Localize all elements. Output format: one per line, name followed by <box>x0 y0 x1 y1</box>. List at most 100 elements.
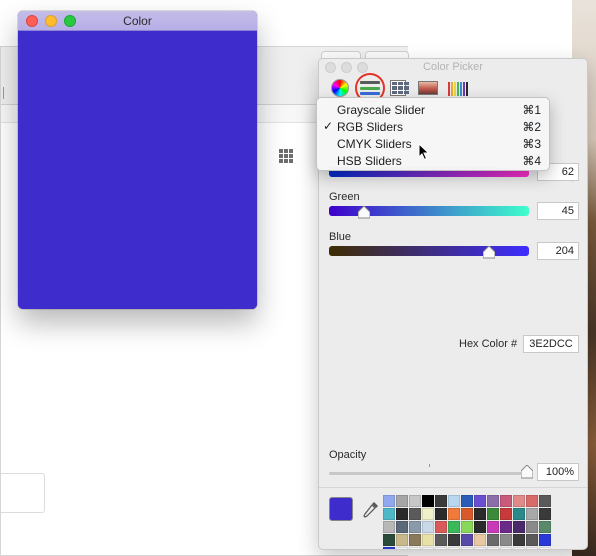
color-swatch[interactable] <box>513 534 525 546</box>
menu-item-label: RGB Sliders <box>337 120 404 134</box>
color-swatch[interactable] <box>383 547 395 549</box>
color-palettes-icon[interactable] <box>387 77 409 99</box>
menu-item-cmyk[interactable]: CMYK Sliders ⌘3 <box>317 135 549 152</box>
color-swatch[interactable] <box>422 495 434 507</box>
color-swatch[interactable] <box>526 521 538 533</box>
color-swatch[interactable] <box>409 534 421 546</box>
color-swatch[interactable] <box>474 521 486 533</box>
blue-slider-track[interactable] <box>329 246 529 256</box>
color-swatch[interactable] <box>383 508 395 520</box>
color-swatch[interactable] <box>396 495 408 507</box>
color-swatch[interactable] <box>409 547 421 549</box>
color-swatch[interactable] <box>461 534 473 546</box>
color-swatch[interactable] <box>409 508 421 520</box>
color-swatch[interactable] <box>474 547 486 549</box>
hex-color-field[interactable]: 3E2DCC <box>523 335 579 353</box>
color-swatch[interactable] <box>539 534 551 546</box>
menu-item-label: CMYK Sliders <box>337 137 412 151</box>
color-swatch[interactable] <box>383 534 395 546</box>
opacity-slider-track[interactable] <box>329 472 529 475</box>
color-swatch[interactable] <box>461 547 473 549</box>
green-value-field[interactable]: 45 <box>537 202 579 220</box>
opacity-slider-thumb[interactable] <box>520 464 534 479</box>
blue-value-field[interactable]: 204 <box>537 242 579 260</box>
color-swatch[interactable] <box>500 521 512 533</box>
mouse-pointer-icon <box>418 142 430 161</box>
color-swatch[interactable] <box>487 547 499 549</box>
color-swatch[interactable] <box>513 495 525 507</box>
menu-item-label: Grayscale Slider <box>337 103 426 117</box>
eyedropper-icon[interactable] <box>363 501 379 519</box>
menu-item-rgb[interactable]: ✓ RGB Sliders ⌘2 <box>317 118 549 135</box>
color-swatch[interactable] <box>422 521 434 533</box>
color-swatch[interactable] <box>474 495 486 507</box>
color-swatch[interactable] <box>539 495 551 507</box>
color-wheel-icon[interactable] <box>329 77 351 99</box>
color-swatch[interactable] <box>487 521 499 533</box>
color-swatch[interactable] <box>487 508 499 520</box>
color-swatch[interactable] <box>409 495 421 507</box>
color-swatch[interactable] <box>474 534 486 546</box>
color-swatch[interactable] <box>461 521 473 533</box>
pencils-icon[interactable] <box>447 77 469 99</box>
color-swatch[interactable] <box>500 508 512 520</box>
color-swatch[interactable] <box>513 508 525 520</box>
color-swatch[interactable] <box>435 521 447 533</box>
color-swatch[interactable] <box>435 508 447 520</box>
color-swatch[interactable] <box>396 547 408 549</box>
color-swatch[interactable] <box>500 495 512 507</box>
window-title: Color <box>123 14 152 28</box>
grid-view-icon[interactable] <box>279 149 293 163</box>
color-swatch[interactable] <box>539 508 551 520</box>
color-swatch[interactable] <box>409 521 421 533</box>
color-fill-area <box>18 31 257 309</box>
color-swatch[interactable] <box>487 534 499 546</box>
color-swatch[interactable] <box>526 547 538 549</box>
background-divider <box>3 87 4 99</box>
color-swatch[interactable] <box>461 508 473 520</box>
blue-slider-thumb[interactable] <box>482 245 496 259</box>
color-picker-titlebar[interactable]: Color Picker <box>319 59 587 77</box>
color-swatch[interactable] <box>474 508 486 520</box>
color-swatch[interactable] <box>448 521 460 533</box>
color-swatch[interactable] <box>435 547 447 549</box>
background-card <box>1 473 45 513</box>
color-swatch[interactable] <box>396 521 408 533</box>
color-swatch[interactable] <box>526 508 538 520</box>
color-swatch[interactable] <box>396 508 408 520</box>
color-swatch[interactable] <box>422 534 434 546</box>
green-slider-thumb[interactable] <box>357 205 371 219</box>
color-swatch[interactable] <box>526 534 538 546</box>
sliders-content: ⚙ 62 Green 45 Blue 204 Hex Color # 3E2DC… <box>319 109 587 549</box>
color-swatch[interactable] <box>435 534 447 546</box>
color-swatch[interactable] <box>396 534 408 546</box>
color-swatch[interactable] <box>513 521 525 533</box>
saved-swatches-grid <box>383 495 551 549</box>
color-swatch[interactable] <box>500 547 512 549</box>
color-swatch[interactable] <box>526 495 538 507</box>
color-swatch[interactable] <box>383 495 395 507</box>
current-color-swatch[interactable] <box>329 497 353 521</box>
color-swatch[interactable] <box>513 547 525 549</box>
color-swatch[interactable] <box>448 547 460 549</box>
slider-mode-menu: Grayscale Slider ⌘1 ✓ RGB Sliders ⌘2 CMY… <box>316 97 550 171</box>
color-swatch[interactable] <box>448 508 460 520</box>
color-picker-title: Color Picker <box>423 61 483 73</box>
color-swatch[interactable] <box>461 495 473 507</box>
color-swatch[interactable] <box>448 495 460 507</box>
color-swatch[interactable] <box>422 508 434 520</box>
color-window-titlebar[interactable]: Color <box>18 11 257 31</box>
color-swatch[interactable] <box>500 534 512 546</box>
color-window[interactable]: Color <box>18 11 257 309</box>
color-swatch[interactable] <box>422 547 434 549</box>
color-swatch[interactable] <box>435 495 447 507</box>
color-swatch[interactable] <box>487 495 499 507</box>
menu-item-hsb[interactable]: HSB Sliders ⌘4 <box>317 152 549 169</box>
menu-item-grayscale[interactable]: Grayscale Slider ⌘1 <box>317 101 549 118</box>
color-swatch[interactable] <box>383 521 395 533</box>
color-swatch[interactable] <box>448 534 460 546</box>
color-swatch[interactable] <box>539 521 551 533</box>
opacity-value-field[interactable]: 100% <box>537 463 579 481</box>
color-swatch[interactable] <box>539 547 551 549</box>
image-palettes-icon[interactable] <box>417 77 439 99</box>
